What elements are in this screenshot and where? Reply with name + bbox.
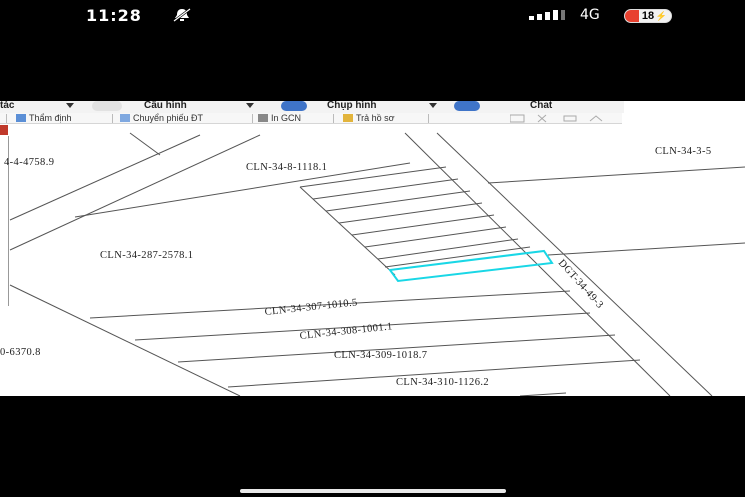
parcel-label[interactable]: CLN-34-310-1126.2 — [396, 377, 489, 388]
remote-desktop-screen: tác Cấu hình Chụp hình Chat Thẩm định Ch… — [0, 101, 745, 396]
chevron-down-icon[interactable] — [66, 103, 74, 108]
chevron-down-icon[interactable] — [429, 103, 437, 108]
clock: 11:28 — [86, 6, 142, 25]
transfer-icon — [120, 114, 130, 122]
menu-item-chat[interactable]: Chat — [530, 101, 552, 111]
toolbar-label: Trả hồ sơ — [356, 113, 395, 123]
toolbar-label: Thẩm định — [29, 113, 72, 123]
chevron-down-icon[interactable] — [246, 103, 254, 108]
status-bar: 11:28 4G 18 ⚡ — [0, 0, 745, 32]
signal-icon — [529, 10, 565, 20]
inspect-icon — [16, 114, 26, 122]
menu-item-tac[interactable]: tác — [0, 101, 14, 111]
folder-icon — [343, 114, 353, 122]
parcel-label[interactable]: CLN-34-308-1001.1 — [299, 321, 393, 342]
toolbar-label: In GCN — [271, 113, 302, 123]
camera-icon[interactable] — [281, 101, 307, 111]
gear-icon[interactable] — [92, 101, 122, 111]
toolbar-tham-dinh[interactable]: Thẩm định — [16, 113, 72, 123]
road-label[interactable]: DGT-34-49-3 — [556, 258, 606, 311]
toolbar-in-gcn[interactable]: In GCN — [258, 113, 301, 123]
home-indicator[interactable] — [240, 489, 506, 493]
parcel-label[interactable]: CLN-34-307-1010.5 — [264, 297, 358, 318]
toolbar-label: Chuyển phiếu ĐT — [133, 113, 204, 123]
parcel-label[interactable]: CLN-34-309-1018.7 — [334, 350, 427, 361]
parcel-label[interactable]: CLN-34-8-1118.1 — [246, 162, 327, 173]
parcel-label[interactable]: 4-4-4758.9 — [4, 157, 54, 168]
window-controls[interactable] — [510, 114, 610, 123]
parcel-label[interactable]: 0-6370.8 — [0, 347, 41, 358]
parcel-label[interactable]: CLN-34-3-5 — [655, 146, 712, 157]
network-type: 4G — [580, 7, 600, 23]
chat-icon[interactable] — [454, 101, 480, 111]
parcel-label[interactable]: CLN-34-287-2578.1 — [100, 250, 193, 261]
menu-bar: tác Cấu hình Chụp hình Chat — [0, 101, 624, 113]
toolbar: Thẩm định Chuyển phiếu ĐT In GCN Trả hồ … — [0, 113, 622, 124]
menu-item-chup-hinh[interactable]: Chụp hình — [327, 101, 376, 111]
bell-muted-icon — [173, 8, 191, 22]
toolbar-tra-ho-so[interactable]: Trả hồ sơ — [343, 113, 395, 123]
battery-icon: 18 ⚡ — [624, 9, 672, 23]
printer-icon — [258, 114, 268, 122]
menu-item-cau-hinh[interactable]: Cấu hình — [144, 101, 187, 111]
toolbar-chuyen-phieu[interactable]: Chuyển phiếu ĐT — [120, 113, 203, 123]
cadastral-map[interactable]: 4-4-4758.9 CLN-34-8-1118.1 CLN-34-3-5 CL… — [0, 125, 745, 396]
